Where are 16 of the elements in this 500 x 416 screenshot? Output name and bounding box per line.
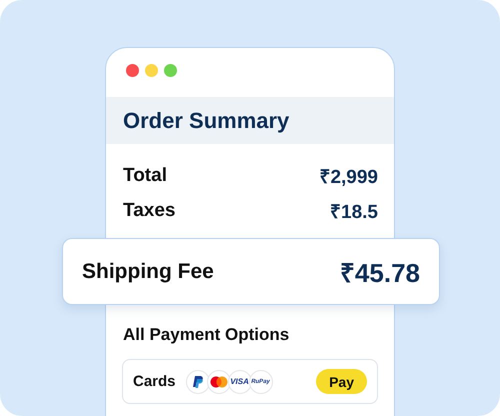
paypal-logo-icon [186,370,210,394]
pay-button[interactable]: Pay [316,369,367,394]
payment-method-label: Cards [133,373,176,390]
fee-amount: ₹45.78 [340,256,420,290]
close-dot-icon [126,64,139,77]
minimize-dot-icon [145,64,158,77]
line-label: Total [123,164,167,186]
line-amount: ₹2,999 [319,166,378,188]
fee-label: Shipping Fee [82,260,214,284]
line-label: Taxes [123,200,176,222]
visa-logo: VISA [228,370,252,394]
window-title: Order Summary [123,108,290,134]
maximize-dot-icon [164,64,177,77]
payment-heading: All Payment Options [122,324,290,345]
line-amount: ₹18.5 [330,200,378,224]
mastercard-logo-icon [206,370,231,394]
